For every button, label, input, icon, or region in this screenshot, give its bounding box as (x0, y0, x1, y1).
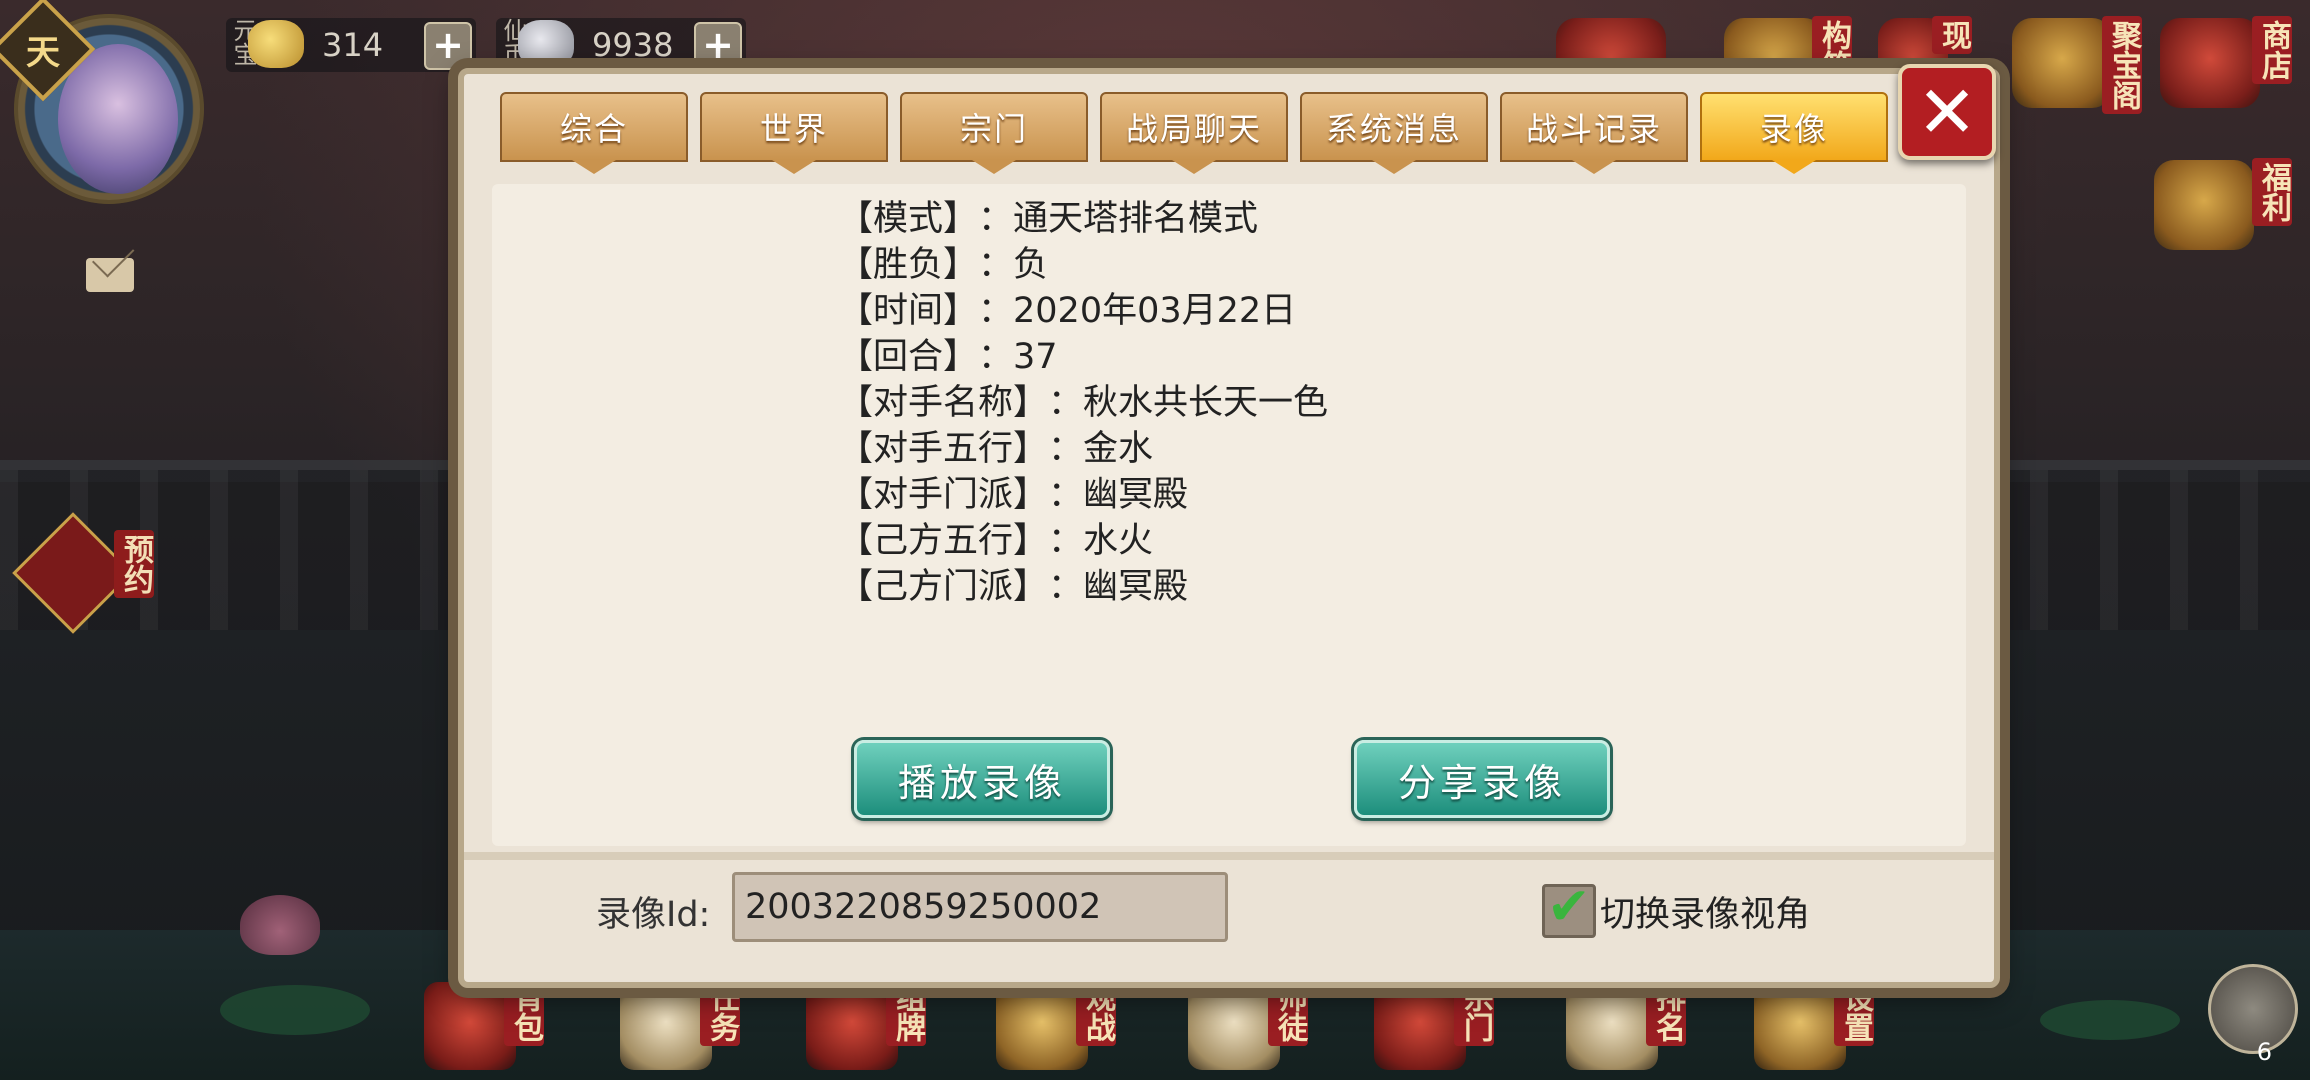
reserve-button[interactable]: 预约 (12, 512, 156, 634)
task-button[interactable]: 任务 (620, 974, 750, 1074)
treasure-chest-icon (2154, 160, 2254, 250)
treasure-pavilion-label: 聚宝阁 (2102, 16, 2142, 114)
bag-icon (424, 982, 516, 1070)
sect-label: 宗门 (1454, 978, 1494, 1046)
silver-coin-icon (518, 20, 574, 68)
info-row-opponent-elements: 【对手五行】：金水 (838, 429, 1154, 469)
replay-id-field[interactable] (732, 872, 1228, 942)
lotus-leaf (2040, 1000, 2180, 1040)
tab-general[interactable]: 综合 (500, 92, 688, 174)
sect-button[interactable]: 宗门 (1374, 974, 1504, 1074)
currency-amount: 314 (322, 26, 384, 64)
task-scroll-icon (620, 982, 712, 1070)
settings-button[interactable]: 设置 (1754, 974, 1884, 1074)
welfare-label: 福利 (2252, 158, 2292, 226)
info-row-time: 【时间】：2020年03月22日 (838, 291, 1297, 331)
task-label: 任务 (700, 978, 740, 1046)
info-row-opponent-name: 【对手名称】：秋水共长天一色 (838, 383, 1329, 423)
treasure-pot-icon (2012, 18, 2112, 108)
checkmark-icon: ✔ (1547, 877, 1591, 937)
ranking-label: 排名 (1646, 978, 1686, 1046)
spectate-label: 观战 (1076, 978, 1116, 1046)
switch-view-label[interactable]: 切换录像视角 (1600, 886, 1810, 937)
currency-amount: 9938 (592, 26, 674, 64)
bag-label: 背包 (504, 978, 544, 1046)
info-row-own-elements: 【己方五行】：水火 (838, 521, 1154, 561)
info-row-mode: 【模式】：通天塔排名模式 (838, 199, 1259, 239)
reserve-label: 预约 (114, 530, 154, 598)
info-row-opponent-sect: 【对手门派】：幽冥殿 (838, 475, 1189, 515)
deck-button[interactable]: 组牌 (806, 974, 936, 1074)
mail-icon[interactable] (86, 258, 134, 292)
info-row-result: 【胜负】：负 (838, 245, 1049, 285)
add-xianbi-button[interactable]: + (694, 22, 742, 70)
gear-icon (1754, 982, 1846, 1070)
lotus-leaf (220, 985, 370, 1035)
replay-id-label: 录像Id: (596, 895, 711, 935)
chat-button[interactable] (2208, 964, 2298, 1054)
dialog-content-panel (492, 184, 1966, 846)
lotus-decoration (240, 895, 320, 955)
tab-sect[interactable]: 宗门 (900, 92, 1088, 174)
shop-button[interactable]: 商店 (2160, 8, 2300, 128)
spectate-button[interactable]: 观战 (996, 974, 1126, 1074)
welfare-button[interactable]: 福利 (2154, 150, 2294, 270)
treasure-pavilion-button[interactable]: 聚宝阁 (2012, 8, 2142, 128)
sect-icon (1374, 982, 1466, 1070)
info-row-rounds: 【回合】：37 (838, 337, 1058, 377)
chat-count: 6 (2256, 1038, 2272, 1066)
shop-label: 商店 (2252, 16, 2292, 84)
deck-icon (806, 982, 898, 1070)
dialog-divider (464, 852, 1994, 860)
tab-battle-record[interactable]: 战斗记录 (1500, 92, 1688, 174)
currency-xianbi: 仙币 9938 + (496, 18, 746, 72)
mentor-label: 师徒 (1268, 978, 1308, 1046)
play-replay-button[interactable]: 播放录像 (854, 740, 1110, 818)
mentor-button[interactable]: 师徒 (1188, 974, 1318, 1074)
settings-label: 设置 (1834, 978, 1874, 1046)
info-row-own-sect: 【己方门派】：幽冥殿 (838, 567, 1189, 607)
now-label: 现 (1932, 16, 1972, 54)
eye-icon (996, 982, 1088, 1070)
ranking-scroll-icon (1566, 982, 1658, 1070)
currency-yuanbao: 元宝 314 + (226, 18, 476, 72)
switch-view-checkbox[interactable]: ✔ (1542, 877, 1596, 938)
tab-replay[interactable]: 录像 (1700, 92, 1888, 174)
share-replay-button[interactable]: 分享录像 (1354, 740, 1610, 818)
shop-icon (2160, 18, 2260, 108)
mentor-icon (1188, 982, 1280, 1070)
deck-label: 组牌 (886, 978, 926, 1046)
close-button[interactable]: ✕ (1898, 64, 1996, 160)
gold-ingot-icon (248, 20, 304, 68)
tab-world[interactable]: 世界 (700, 92, 888, 174)
bag-button[interactable]: 背包 (424, 974, 554, 1074)
ranking-button[interactable]: 排名 (1566, 974, 1696, 1074)
tab-system-message[interactable]: 系统消息 (1300, 92, 1488, 174)
tab-battle-chat[interactable]: 战局聊天 (1100, 92, 1288, 174)
add-yuanbao-button[interactable]: + (424, 22, 472, 70)
